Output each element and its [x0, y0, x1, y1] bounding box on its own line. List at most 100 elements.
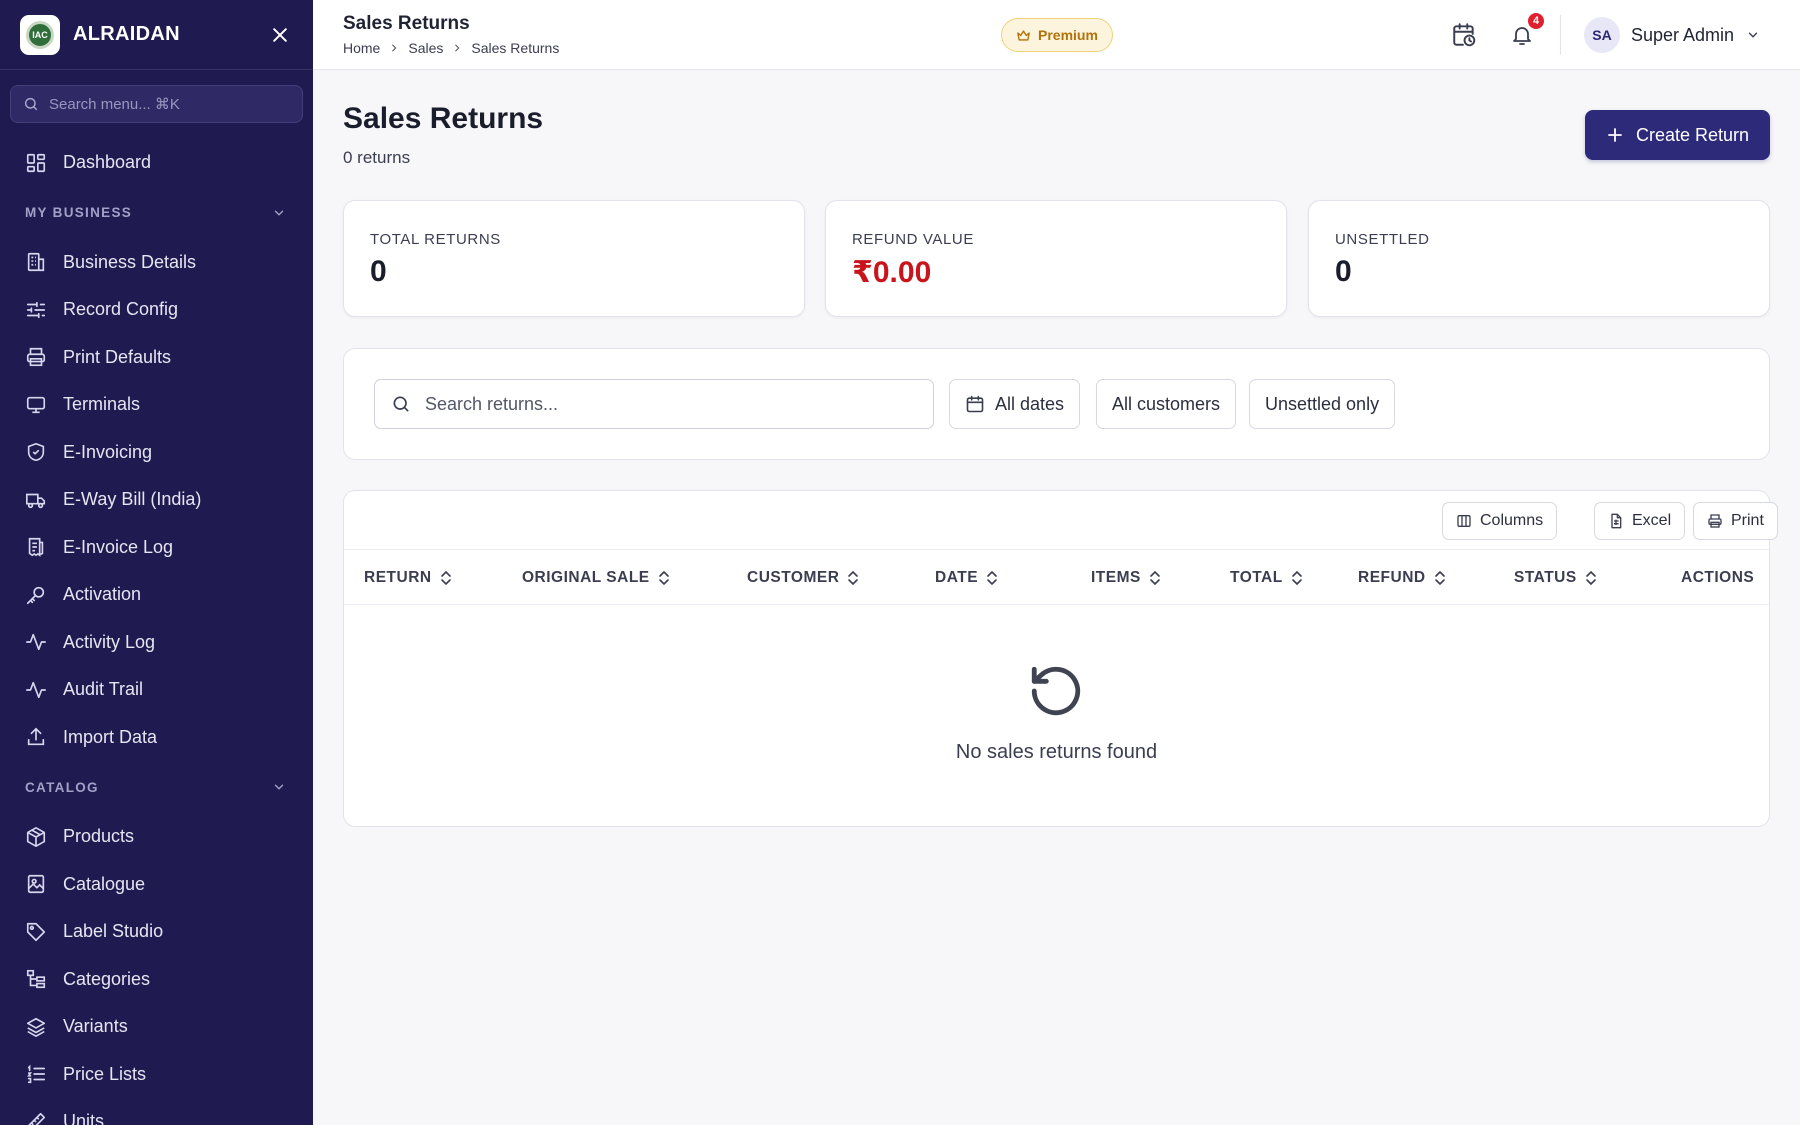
stat-value: 0 — [370, 255, 387, 288]
sidebar-item-e-invoicing[interactable]: E-Invoicing — [0, 429, 313, 477]
stat-value: 0 — [1335, 255, 1352, 288]
columns-button[interactable]: Columns — [1442, 502, 1558, 540]
column-header-status[interactable]: STATUS — [1514, 550, 1597, 606]
columns-icon — [1457, 515, 1471, 527]
upload-icon — [27, 727, 45, 746]
filter-bar: All dates All customers Unsettled only — [343, 348, 1770, 460]
breadcrumb-home[interactable]: Home — [343, 40, 380, 56]
calendar-icon — [966, 395, 984, 413]
sidebar-item-terminals[interactable]: Terminals — [0, 381, 313, 429]
excel-label: Excel — [1632, 512, 1672, 529]
returns-search[interactable] — [374, 379, 934, 429]
sidebar-item-label: E-Invoice Log — [63, 536, 174, 557]
customer-filter[interactable]: All customers — [1096, 379, 1237, 429]
sidebar-item-business-details[interactable]: Business Details — [0, 239, 313, 287]
stat-label: TOTAL RETURNS — [370, 231, 501, 248]
sidebar-item-label: Label Studio — [63, 921, 164, 942]
close-icon — [273, 27, 287, 42]
column-header-original-sale[interactable]: ORIGINAL SALE — [522, 550, 670, 606]
sidebar-item-activation[interactable]: Activation — [0, 571, 313, 619]
sidebar-item-catalogue[interactable]: Catalogue — [0, 861, 313, 909]
sidebar-item-categories[interactable]: Categories — [0, 956, 313, 1004]
brand-logo[interactable]: IAC — [20, 14, 60, 55]
notifications-button[interactable]: 4 — [1507, 11, 1546, 50]
column-header-label: ACTIONS — [1681, 569, 1755, 586]
column-header-label: STATUS — [1514, 569, 1577, 586]
chevron-right-icon — [389, 43, 399, 53]
sidebar-item-dashboard[interactable]: Dashboard — [0, 139, 313, 187]
search-icon — [24, 97, 38, 111]
monitor-icon — [26, 396, 46, 413]
sidebar-item-label: Record Config — [63, 299, 179, 320]
column-header-return[interactable]: RETURN — [364, 550, 452, 606]
tree-icon — [26, 970, 46, 989]
column-header-label: RETURN — [364, 569, 432, 586]
user-menu[interactable]: SA Super Admin — [1584, 17, 1760, 53]
sidebar-item-label: Audit Trail — [63, 679, 144, 700]
sidebar-item-record-config[interactable]: Record Config — [0, 286, 313, 334]
chevron-down-icon — [1748, 32, 1758, 38]
column-header-actions: ACTIONS — [1681, 550, 1754, 606]
sort-icon — [1585, 570, 1596, 586]
sidebar-item-import-data[interactable]: Import Data — [0, 714, 313, 762]
unsettled-filter[interactable]: Unsettled only — [1249, 379, 1396, 429]
column-header-total[interactable]: TOTAL — [1230, 550, 1303, 606]
chevron-down-icon — [274, 784, 284, 790]
print-button[interactable]: Print — [1693, 502, 1778, 540]
file-spreadsheet-icon — [1611, 513, 1622, 529]
sidebar-item-audit-trail[interactable]: Audit Trail — [0, 666, 313, 714]
column-header-items[interactable]: ITEMS — [1091, 550, 1161, 606]
sidebar-item-units[interactable]: Units — [0, 1098, 313, 1125]
sidebar-item-activity-log[interactable]: Activity Log — [0, 619, 313, 667]
box-icon — [26, 826, 46, 847]
avatar: SA — [1584, 17, 1620, 53]
print-label: Print — [1731, 512, 1764, 529]
column-header-refund[interactable]: REFUND — [1358, 550, 1446, 606]
column-header-label: DATE — [935, 569, 979, 586]
sidebar-item-label: Catalogue — [63, 873, 146, 894]
brand-logo-text: IAC — [26, 20, 54, 49]
sort-icon — [848, 570, 859, 586]
column-header-date[interactable]: DATE — [935, 550, 998, 606]
columns-label: Columns — [1480, 512, 1544, 529]
ruler-icon — [27, 1112, 46, 1125]
column-header-customer[interactable]: CUSTOMER — [747, 550, 859, 606]
header-divider — [1560, 15, 1561, 55]
sidebar-item-label: Units — [63, 1111, 105, 1125]
close-sidebar-button[interactable] — [267, 22, 293, 48]
sidebar-item-variants[interactable]: Variants — [0, 1003, 313, 1051]
sidebar-item-products[interactable]: Products — [0, 813, 313, 861]
sidebar-search[interactable] — [10, 85, 303, 123]
excel-button[interactable]: Excel — [1594, 502, 1686, 540]
premium-badge[interactable]: Premium — [1001, 18, 1113, 52]
column-header-label: REFUND — [1358, 569, 1426, 586]
sidebar-item-print-defaults[interactable]: Print Defaults — [0, 334, 313, 382]
stat-value: ₹0.00 — [852, 256, 932, 289]
stat-label: UNSETTLED — [1335, 231, 1430, 248]
section-my-business[interactable]: MY BUSINESS — [0, 187, 313, 239]
sidebar-item-e-invoice-log[interactable]: E-Invoice Log — [0, 524, 313, 572]
calendar-clock-button[interactable] — [1449, 20, 1479, 50]
breadcrumb-sales[interactable]: Sales — [408, 40, 443, 56]
returns-search-input[interactable] — [425, 393, 905, 415]
sidebar-nav: Dashboard MY BUSINESS Business Details R… — [0, 139, 313, 1125]
page-title: Sales Returns — [343, 102, 544, 135]
rotate-ccw-icon — [1031, 666, 1081, 716]
layers-icon — [26, 1017, 46, 1037]
sidebar-search-input[interactable] — [49, 95, 269, 113]
date-filter[interactable]: All dates — [949, 379, 1081, 429]
sidebar-item-label-studio[interactable]: Label Studio — [0, 908, 313, 956]
stat-card-total-returns: TOTAL RETURNS 0 — [343, 200, 805, 317]
sort-icon — [987, 570, 997, 586]
sidebar-item-e-way-bill[interactable]: E-Way Bill (India) — [0, 476, 313, 524]
create-return-button[interactable]: Create Return — [1585, 110, 1770, 160]
header-title: Sales Returns — [343, 13, 470, 34]
sidebar-item-label: Dashboard — [63, 152, 152, 173]
shield-check-icon — [27, 443, 45, 462]
brand-name: ALRAIDAN — [73, 23, 180, 45]
sidebar-item-price-lists[interactable]: Price Lists — [0, 1051, 313, 1099]
image-book-icon — [27, 875, 45, 894]
sort-icon — [440, 570, 451, 586]
section-catalog[interactable]: CATALOG — [0, 761, 313, 813]
sort-icon — [658, 570, 669, 586]
